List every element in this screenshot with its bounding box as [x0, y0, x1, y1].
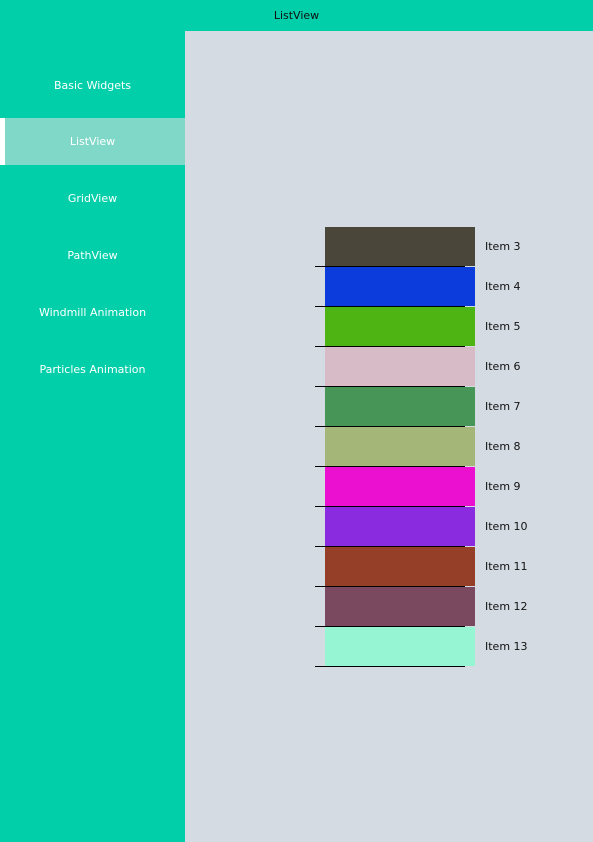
list-item[interactable]: Item 3: [315, 227, 535, 267]
list-item[interactable]: Item 6: [315, 347, 535, 387]
list-item-label: Item 4: [485, 280, 521, 293]
sidebar-item-label: Basic Widgets: [53, 79, 132, 92]
sidebar-item-pathview[interactable]: PathView: [0, 232, 185, 279]
color-swatch: [325, 267, 475, 306]
list-item-label: Item 6: [485, 360, 521, 373]
color-swatch: [325, 627, 475, 666]
color-swatch: [325, 427, 475, 466]
sidebar-item-gridview[interactable]: GridView: [0, 175, 185, 222]
sidebar-item-particles-animation[interactable]: Particles Animation: [0, 346, 185, 393]
sidebar-item-label: ListView: [69, 135, 116, 148]
sidebar-item-label: GridView: [67, 192, 118, 205]
list-item[interactable]: Item 11: [315, 547, 535, 587]
color-swatch: [325, 507, 475, 546]
list-item[interactable]: Item 7: [315, 387, 535, 427]
window-titlebar: ListView: [0, 0, 593, 31]
list-item[interactable]: Item 4: [315, 267, 535, 307]
list-item-label: Item 13: [485, 640, 528, 653]
list-item-label: Item 11: [485, 560, 528, 573]
list-item[interactable]: Item 9: [315, 467, 535, 507]
sidebar-item-listview[interactable]: ListView: [0, 118, 185, 165]
list-item-label: Item 12: [485, 600, 528, 613]
list-item-label: Item 8: [485, 440, 521, 453]
sidebar-item-basic-widgets[interactable]: Basic Widgets: [0, 62, 185, 109]
list-item-label: Item 10: [485, 520, 528, 533]
sidebar-nav: Basic Widgets ListView GridView PathView…: [0, 31, 185, 842]
color-swatch: [325, 547, 475, 586]
sidebar-item-label: PathView: [67, 249, 118, 262]
color-swatch: [325, 307, 475, 346]
list-item-label: Item 3: [485, 240, 521, 253]
list-item[interactable]: Item 12: [315, 587, 535, 627]
row-separator: [315, 666, 465, 667]
sidebar-item-label: Particles Animation: [39, 363, 146, 376]
color-swatch: [325, 347, 475, 386]
window-title: ListView: [273, 9, 320, 22]
color-swatch: [325, 387, 475, 426]
listview-content[interactable]: Item 3 Item 4 Item 5 Item 6 Item 7 Item 8 Item…: [185, 31, 593, 842]
list-item[interactable]: Item 10: [315, 507, 535, 547]
list-item-label: Item 5: [485, 320, 521, 333]
list-item[interactable]: Item 13: [315, 627, 535, 667]
list-item-label: Item 9: [485, 480, 521, 493]
color-swatch: [325, 227, 475, 266]
list-item[interactable]: Item 8: [315, 427, 535, 467]
list-item[interactable]: Item 5: [315, 307, 535, 347]
color-swatch: [325, 587, 475, 626]
list-item-label: Item 7: [485, 400, 521, 413]
color-list[interactable]: Item 3 Item 4 Item 5 Item 6 Item 7 Item 8 Item…: [315, 227, 535, 667]
color-swatch: [325, 467, 475, 506]
sidebar-item-label: Windmill Animation: [38, 306, 147, 319]
sidebar-item-windmill-animation[interactable]: Windmill Animation: [0, 289, 185, 336]
